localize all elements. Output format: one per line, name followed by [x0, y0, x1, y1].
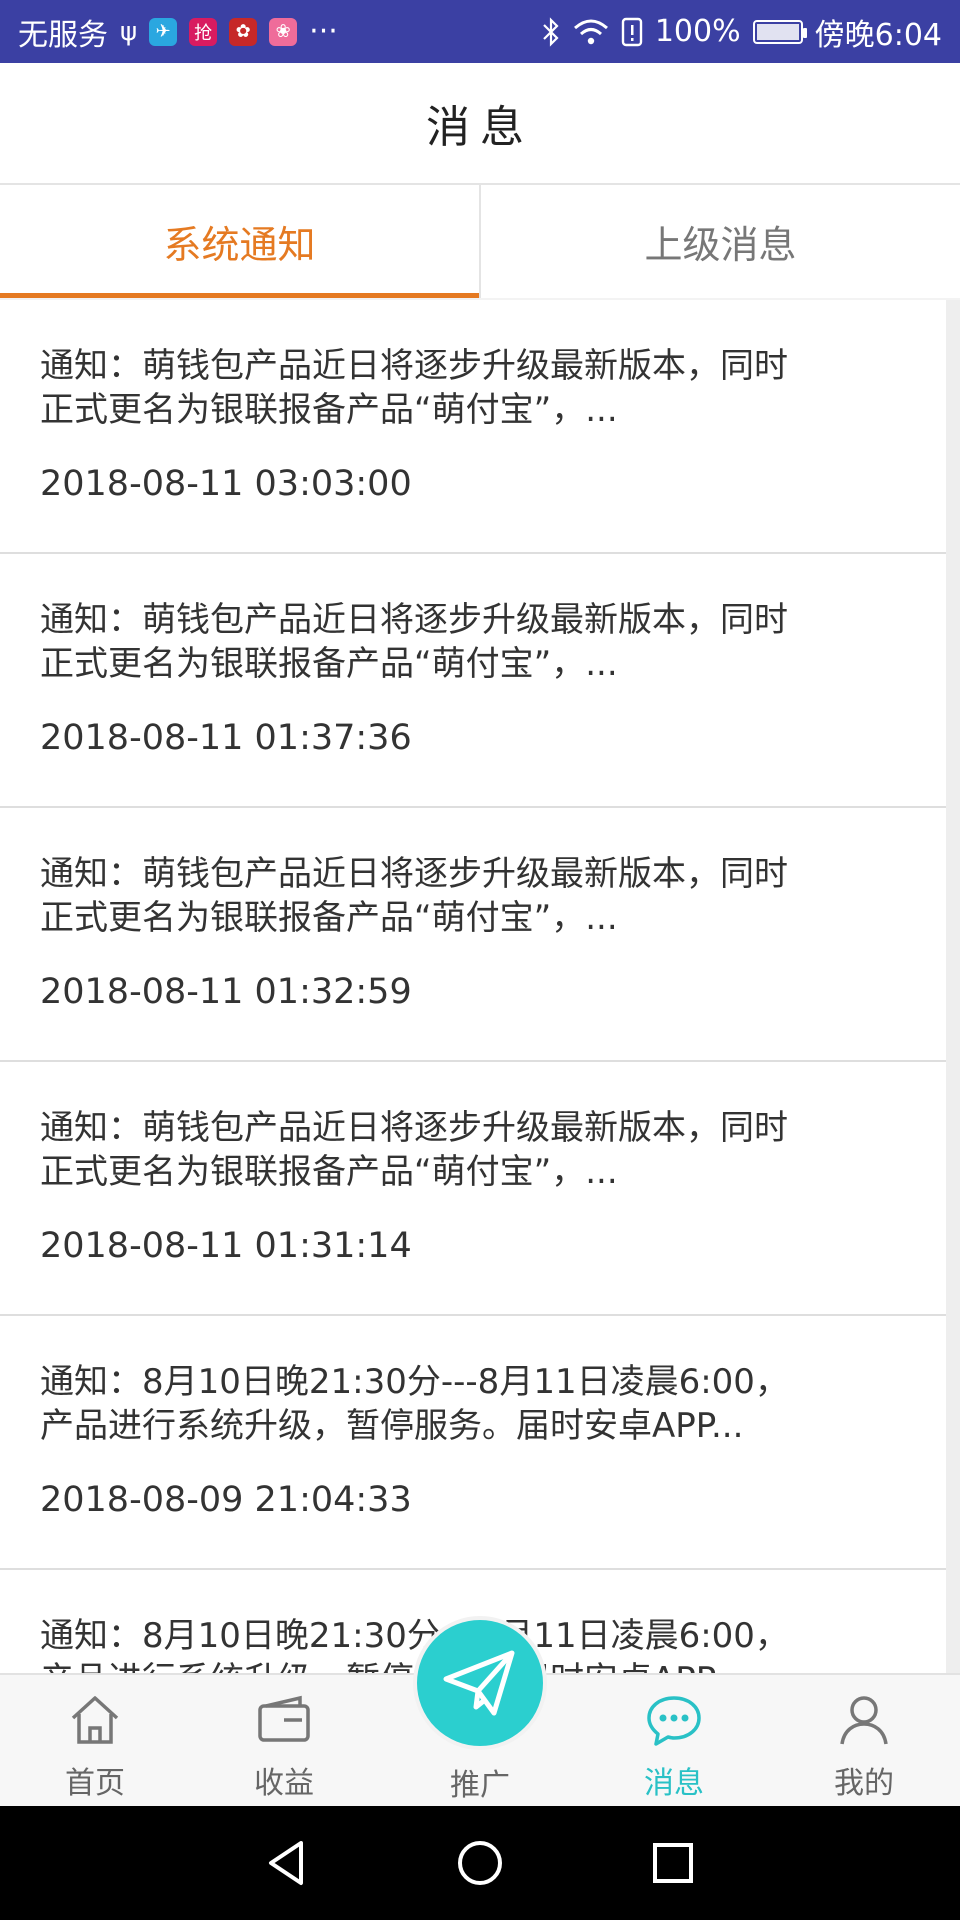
message-text: 通知：萌钱包产品近日将逐步升级最新版本，同时正式更名为银联报备产品“萌付宝”，.… [40, 346, 788, 430]
scrollbar[interactable] [946, 300, 960, 1673]
back-triangle-icon [268, 1841, 303, 1885]
message-time: 2018-08-11 01:37:36 [40, 718, 412, 758]
nav-messages-label: 消息 [644, 1766, 704, 1801]
qiang-app-icon: 抢 [189, 17, 218, 46]
message-list[interactable]: 通知：萌钱包产品近日将逐步升级最新版本，同时正式更名为银联报备产品“萌付宝”，.… [0, 300, 946, 1673]
screen: 无服务 ψ ✈ 抢 ✿ ❀ ··· 100% 傍晚6:04 消息 系统通知 上级… [0, 0, 960, 1920]
nav-promote-label: 推广 [450, 1768, 510, 1803]
battery-percent: 100% [654, 14, 741, 49]
home-circle-icon [457, 1841, 502, 1885]
list-item[interactable]: 通知：萌钱包产品近日将逐步升级最新版本，同时正式更名为银联报备产品“萌付宝”，.… [0, 300, 946, 554]
message-text: 通知：8月10日晚21:30分---8月11日凌晨6:00，产品进行系统升级，暂… [40, 1362, 789, 1446]
system-nav-bar [0, 1806, 960, 1920]
nav-messages[interactable]: 消息 [594, 1675, 754, 1808]
carrier-text: 无服务 [18, 17, 108, 53]
home-system-button[interactable] [450, 1833, 510, 1893]
nav-earnings[interactable]: 收益 [204, 1675, 364, 1808]
wallet-icon [258, 1695, 310, 1742]
back-button[interactable] [257, 1833, 317, 1893]
promote-button[interactable] [413, 1616, 547, 1750]
tab-bar: 系统通知 上级消息 [0, 185, 960, 298]
usb-icon: ψ [120, 16, 138, 47]
page-title: 消息 [426, 102, 534, 153]
huawei-app-icon: ✿ [229, 17, 258, 46]
clock: 傍晚6:04 [814, 17, 942, 53]
nav-home-label: 首页 [65, 1766, 125, 1801]
nav-home[interactable]: 首页 [15, 1675, 175, 1808]
recents-square-icon [653, 1843, 694, 1883]
status-bar: 无服务 ψ ✈ 抢 ✿ ❀ ··· 100% 傍晚6:04 [0, 0, 960, 63]
status-left: 无服务 ψ ✈ 抢 ✿ ❀ ··· [18, 10, 338, 54]
home-icon [71, 1696, 119, 1744]
nav-earnings-label: 收益 [254, 1766, 314, 1801]
recents-button[interactable] [643, 1833, 703, 1893]
bluetooth-icon [543, 16, 559, 47]
bird-app-icon: ✈ [149, 17, 178, 46]
list-item[interactable]: 通知：萌钱包产品近日将逐步升级最新版本，同时正式更名为银联报备产品“萌付宝”，.… [0, 808, 946, 1062]
paper-plane-icon [443, 1650, 515, 1716]
message-time: 2018-08-11 01:31:14 [40, 1226, 412, 1266]
list-item[interactable]: 通知：8月10日晚21:30分---8月11日凌晨6:00，产品进行系统升级，暂… [0, 1316, 946, 1570]
header: 消息 [0, 63, 960, 185]
tab-system-notice[interactable]: 系统通知 [0, 185, 479, 298]
wifi-icon [573, 19, 608, 44]
chat-bubble-icon [647, 1696, 701, 1746]
status-right: 100% 傍晚6:04 [541, 10, 942, 54]
message-time: 2018-08-09 21:04:33 [40, 1480, 412, 1520]
message-text: 通知：萌钱包产品近日将逐步升级最新版本，同时正式更名为银联报备产品“萌付宝”，.… [40, 1108, 788, 1192]
more-notifications-icon: ··· [309, 14, 338, 49]
message-text: 通知：萌钱包产品近日将逐步升级最新版本，同时正式更名为银联报备产品“萌付宝”，.… [40, 600, 788, 684]
nav-mine-label: 我的 [834, 1766, 894, 1801]
user-icon [840, 1696, 888, 1745]
tab-superior-messages[interactable]: 上级消息 [479, 185, 960, 298]
message-time: 2018-08-11 01:32:59 [40, 972, 412, 1012]
list-item[interactable]: 通知：萌钱包产品近日将逐步升级最新版本，同时正式更名为银联报备产品“萌付宝”，.… [0, 1062, 946, 1316]
gallery-app-icon: ❀ [269, 17, 298, 46]
list-item[interactable]: 通知：萌钱包产品近日将逐步升级最新版本，同时正式更名为银联报备产品“萌付宝”，.… [0, 554, 946, 808]
message-time: 2018-08-11 03:03:00 [40, 464, 412, 504]
nav-mine[interactable]: 我的 [784, 1675, 944, 1808]
message-text: 通知：萌钱包产品近日将逐步升级最新版本，同时正式更名为银联报备产品“萌付宝”，.… [40, 854, 788, 938]
battery-icon [752, 19, 807, 44]
alert-icon [621, 17, 643, 46]
